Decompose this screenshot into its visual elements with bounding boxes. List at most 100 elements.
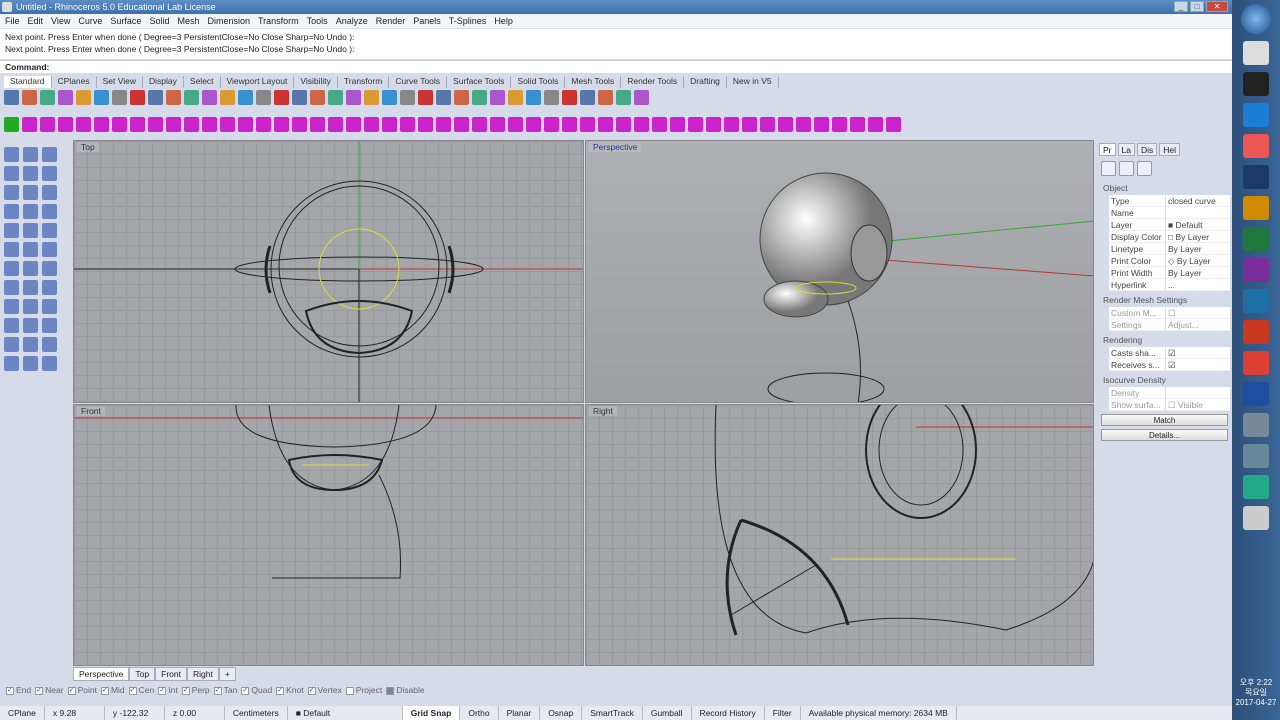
property-value[interactable] xyxy=(1165,387,1230,398)
side-tool-icon[interactable] xyxy=(4,299,19,314)
tspline-tool-icon[interactable] xyxy=(760,117,775,132)
osnap-quad[interactable]: ✓ Quad xyxy=(241,685,272,695)
property-row[interactable]: Settings Adjust... xyxy=(1109,319,1230,331)
property-value[interactable]: By Layer xyxy=(1165,267,1230,278)
tspline-tool-icon[interactable] xyxy=(220,117,235,132)
osnap-cen[interactable]: ✓ Cen xyxy=(128,685,154,695)
checkbox[interactable]: ✓ xyxy=(213,686,222,695)
tspline-tool-icon[interactable] xyxy=(490,117,505,132)
tspline-tool-icon[interactable] xyxy=(418,117,433,132)
osnap-knot[interactable]: ✓ Knot xyxy=(276,685,304,695)
taskbar-app-icon[interactable] xyxy=(1243,227,1269,251)
tspline-tool-icon[interactable] xyxy=(364,117,379,132)
close-button[interactable]: ✕ xyxy=(1206,1,1228,12)
tool-icon[interactable] xyxy=(328,90,343,105)
toolbar-tab[interactable]: Set View xyxy=(97,76,144,88)
property-row[interactable]: Layer ■ Default xyxy=(1109,219,1230,231)
tspline-tool-icon[interactable] xyxy=(292,117,307,132)
tspline-tool-icon[interactable] xyxy=(382,117,397,132)
taskbar-app-icon[interactable] xyxy=(1243,134,1269,158)
menu-render[interactable]: Render xyxy=(376,14,406,28)
tool-icon[interactable] xyxy=(310,90,325,105)
osnap-perp[interactable]: ✓ Perp xyxy=(181,685,210,695)
taskbar-app-icon[interactable] xyxy=(1243,320,1269,344)
menu-edit[interactable]: Edit xyxy=(28,14,44,28)
match-button[interactable]: Match xyxy=(1101,414,1228,426)
tspline-tool-icon[interactable] xyxy=(616,117,631,132)
menu-mesh[interactable]: Mesh xyxy=(177,14,199,28)
tool-icon[interactable] xyxy=(292,90,307,105)
menu-help[interactable]: Help xyxy=(494,14,513,28)
viewport-tab[interactable]: + xyxy=(218,667,236,681)
side-tool-icon[interactable] xyxy=(23,185,38,200)
tspline-tool-icon[interactable] xyxy=(814,117,829,132)
tspline-tool-icon[interactable] xyxy=(202,117,217,132)
tspline-tool-icon[interactable] xyxy=(796,117,811,132)
tspline-tool-icon[interactable] xyxy=(400,117,415,132)
property-value[interactable]: closed curve xyxy=(1165,195,1230,206)
property-row[interactable]: Density xyxy=(1109,387,1230,399)
tspline-tool-icon[interactable] xyxy=(580,117,595,132)
record-history-toggle[interactable]: Record History xyxy=(692,706,765,720)
menu-file[interactable]: File xyxy=(5,14,20,28)
taskbar-app-icon[interactable] xyxy=(1243,103,1269,127)
tspline-tool-icon[interactable] xyxy=(184,117,199,132)
toolbar-tab[interactable]: Select xyxy=(184,76,221,88)
toolbar-tab[interactable]: Transform xyxy=(338,76,390,88)
start-button[interactable] xyxy=(1241,4,1271,34)
property-row[interactable]: Show surfa... ☐ Visible xyxy=(1109,399,1230,411)
toolbar-tab[interactable]: Standard xyxy=(4,76,52,88)
viewport-perspective[interactable]: Perspective xyxy=(585,140,1094,403)
taskbar-app-icon[interactable] xyxy=(1243,41,1269,65)
tool-icon[interactable] xyxy=(364,90,379,105)
side-tool-icon[interactable] xyxy=(23,204,38,219)
side-tool-icon[interactable] xyxy=(42,204,57,219)
viewport-top[interactable]: Top xyxy=(73,140,584,403)
tool-icon[interactable] xyxy=(490,90,505,105)
minimize-button[interactable]: _ xyxy=(1174,1,1188,12)
toolbar-tab[interactable]: Solid Tools xyxy=(511,76,566,88)
side-tool-icon[interactable] xyxy=(23,337,38,352)
property-value[interactable]: ☐ xyxy=(1165,307,1230,318)
tspline-tool-icon[interactable] xyxy=(526,117,541,132)
property-row[interactable]: Linetype By Layer xyxy=(1109,243,1230,255)
tspline-tool-icon[interactable] xyxy=(742,117,757,132)
panel-tab[interactable]: La xyxy=(1117,143,1135,156)
menu-analyze[interactable]: Analyze xyxy=(336,14,368,28)
property-row[interactable]: Type closed curve xyxy=(1109,195,1230,207)
osnap-end[interactable]: ✓ End xyxy=(6,685,31,695)
property-row[interactable]: Custom M... ☐ xyxy=(1109,307,1230,319)
toolbar-tab[interactable]: Drafting xyxy=(684,76,727,88)
property-value[interactable]: ◇ By Layer xyxy=(1165,255,1230,266)
taskbar-app-icon[interactable] xyxy=(1243,72,1269,96)
side-tool-icon[interactable] xyxy=(23,242,38,257)
tspline-tool-icon[interactable] xyxy=(544,117,559,132)
menu-dimension[interactable]: Dimension xyxy=(207,14,250,28)
tool-icon[interactable] xyxy=(382,90,397,105)
toolbar-tab[interactable]: Curve Tools xyxy=(389,76,448,88)
side-tool-icon[interactable] xyxy=(42,147,57,162)
checkbox[interactable]: ✓ xyxy=(158,686,167,695)
toolbar-tab[interactable]: CPlanes xyxy=(52,76,97,88)
side-tool-icon[interactable] xyxy=(23,356,38,371)
osnap-disable[interactable]: Disable xyxy=(386,685,425,695)
side-tool-icon[interactable] xyxy=(4,147,19,162)
tool-icon[interactable] xyxy=(220,90,235,105)
tspline-tool-icon[interactable] xyxy=(4,117,19,132)
taskbar-app-icon[interactable] xyxy=(1243,196,1269,220)
property-row[interactable]: Print Color ◇ By Layer xyxy=(1109,255,1230,267)
object-properties-icon[interactable] xyxy=(1101,161,1116,176)
side-tool-icon[interactable] xyxy=(23,147,38,162)
property-row[interactable]: Print Width By Layer xyxy=(1109,267,1230,279)
toolbar-tab[interactable]: Render Tools xyxy=(621,76,685,88)
osnap-tan[interactable]: ✓ Tan xyxy=(213,685,237,695)
side-tool-icon[interactable] xyxy=(23,166,38,181)
viewport-tab[interactable]: Front xyxy=(155,667,187,681)
texture-mapping-icon[interactable] xyxy=(1137,161,1152,176)
checkbox[interactable]: ✓ xyxy=(181,686,190,695)
tspline-tool-icon[interactable] xyxy=(670,117,685,132)
tspline-tool-icon[interactable] xyxy=(436,117,451,132)
toolbar-tab[interactable]: Display xyxy=(143,76,184,88)
tspline-tool-icon[interactable] xyxy=(58,117,73,132)
taskbar-app-icon[interactable] xyxy=(1243,165,1269,189)
